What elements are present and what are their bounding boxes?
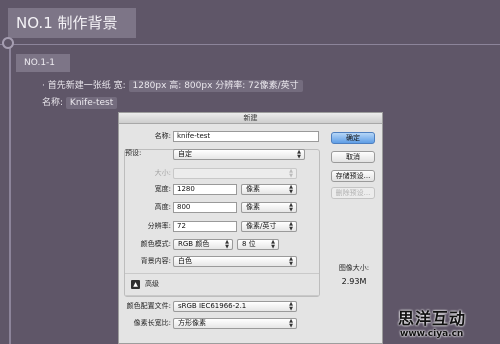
watermark-brand: 思洋互动 [398,309,467,328]
bit-depth-select[interactable]: 8 位 ▲ ▼ [237,239,279,250]
step-label: NO.1-1 [16,54,70,72]
size-label: 大小: [154,169,171,177]
color-mode-label: 颜色模式: [140,240,171,248]
height-unit: 像素 [246,203,260,211]
expand-triangle-icon[interactable]: ▲ [131,280,140,289]
image-size-value: 2.93M [341,277,367,286]
preset-label: 预设: [125,149,142,157]
width-label: 宽度: [154,185,171,193]
circle-node-icon [2,37,14,49]
name-prefix: 名称: [42,98,64,108]
delete-preset-button[interactable]: 删除预设... [331,187,375,199]
color-mode-value: RGB 颜色 [178,240,210,248]
pixel-aspect-label: 像素长宽比: [133,319,171,327]
updown-arrows-icon: ▲ ▼ [297,149,301,160]
instruction-line-1: · 首先新建一张纸 宽: 1280px 高: 800px 分辨率: 72像素/英… [42,78,303,94]
color-mode-select[interactable]: RGB 颜色 ▲ ▼ [173,239,233,250]
advanced-label: 高级 [145,280,159,288]
dialog-title: 新建 [119,113,382,124]
section-divider [0,44,500,45]
color-profile-label: 颜色配置文件: [126,302,171,310]
updown-arrows-icon: ▲ ▼ [289,256,293,267]
section-title: NO.1 制作背景 [8,8,136,38]
pixel-aspect-select[interactable]: 方形像素 ▲ ▼ [173,318,297,329]
watermark-url: www.ciya.cn [400,329,464,339]
updown-arrows-icon: ▲ ▼ [289,168,293,179]
updown-arrows-icon: ▲ ▼ [289,221,293,232]
timeline-line [9,38,11,344]
color-profile-select[interactable]: sRGB IEC61966-2.1 ▲ ▼ [173,301,297,312]
cancel-button[interactable]: 取消 [331,151,375,163]
name-input[interactable]: knife-test [173,131,319,142]
resolution-label: 分辨率: [147,222,171,230]
width-unit-select[interactable]: 像素 ▲ ▼ [241,184,297,195]
updown-arrows-icon: ▲ ▼ [289,202,293,213]
updown-arrows-icon: ▲ ▼ [225,239,229,250]
size-select[interactable]: ▲ ▼ [173,168,297,179]
save-preset-button[interactable]: 存储预设... [331,170,375,182]
preset-value: 自定 [178,150,192,158]
instruction-line-2: 名称: Knife-test [42,95,118,111]
height-unit-select[interactable]: 像素 ▲ ▼ [241,202,297,213]
preset-select[interactable]: 自定 ▲ ▼ [173,149,305,160]
background-select[interactable]: 白色 ▲ ▼ [173,256,297,267]
updown-arrows-icon: ▲ ▼ [289,318,293,329]
bit-depth-value: 8 位 [242,240,256,248]
name-value: Knife-test [65,97,118,109]
height-label: 高度: [154,203,171,211]
height-input[interactable]: 800 [173,202,237,213]
divider [125,273,319,274]
resolution-input[interactable]: 72 [173,221,237,232]
background-value: 白色 [178,257,192,265]
updown-arrows-icon: ▲ ▼ [271,239,275,250]
updown-arrows-icon: ▲ ▼ [289,184,293,195]
ok-button[interactable]: 确定 [331,132,375,144]
divider [125,295,319,296]
background-label: 背景内容: [140,257,171,265]
image-size-label: 图像大小: [338,264,370,272]
width-unit: 像素 [246,185,260,193]
width-input[interactable]: 1280 [173,184,237,195]
pixel-aspect-value: 方形像素 [178,319,206,327]
updown-arrows-icon: ▲ ▼ [289,301,293,312]
new-document-dialog: 新建 名称: knife-test 预设: 自定 ▲ ▼ 大小: ▲ ▼ 宽度: 1… [118,112,383,344]
instruction-prefix: · 首先新建一张纸 宽: [42,81,126,91]
instruction-spec: 1280px 高: 800px 分辨率: 72像素/英寸 [128,80,303,92]
resolution-unit-select[interactable]: 像素/英寸 ▲ ▼ [241,221,297,232]
resolution-unit: 像素/英寸 [246,222,277,230]
name-label: 名称: [154,132,171,140]
color-profile-value: sRGB IEC61966-2.1 [178,302,247,310]
